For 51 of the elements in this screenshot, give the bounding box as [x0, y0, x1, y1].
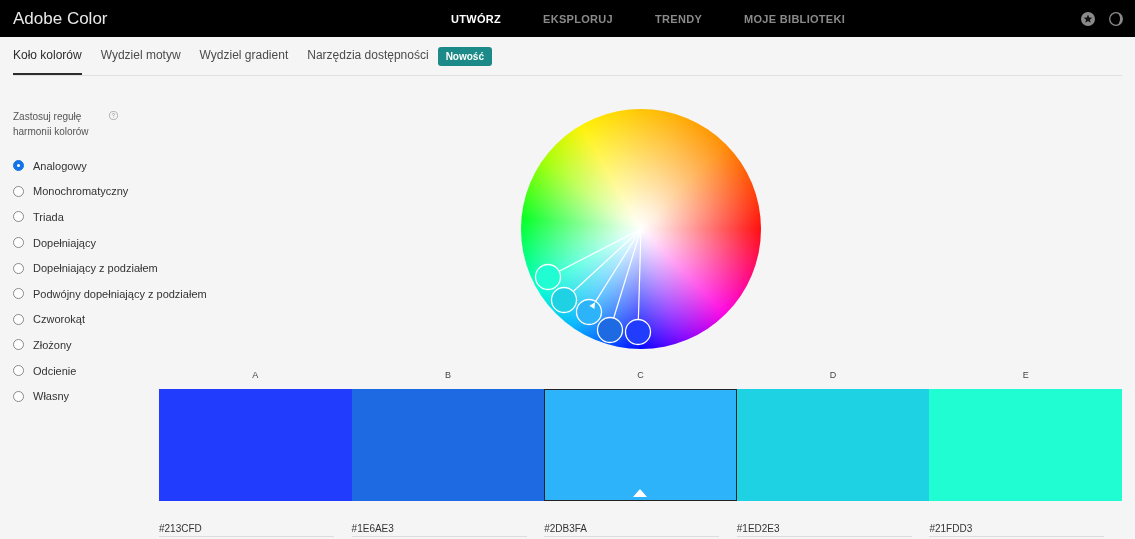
tab[interactable]: Wydziel gradient — [199, 37, 289, 75]
hex-field[interactable]: #2DB3FA — [544, 522, 720, 537]
help-icon[interactable] — [109, 111, 118, 120]
option-label[interactable]: Triada — [33, 211, 64, 223]
option-label[interactable]: Podwójny dopełniający z podziałem — [33, 287, 207, 300]
color-swatch[interactable] — [159, 389, 352, 501]
option-label[interactable]: Złożony — [33, 338, 72, 351]
radio-button[interactable] — [13, 390, 24, 402]
option-label[interactable]: Własny — [33, 390, 70, 403]
radio-button[interactable] — [13, 160, 24, 172]
option-label[interactable]: Dopełniający z podziałem — [33, 262, 158, 275]
selected-marker-icon — [633, 489, 648, 497]
nav-link[interactable]: EKSPLORUJ — [522, 12, 634, 25]
radio-button[interactable] — [13, 313, 24, 325]
app-logo[interactable]: Adobe Color — [0, 8, 430, 29]
swatch-label: A — [252, 369, 259, 381]
hex-field[interactable]: #21FDD3 — [929, 522, 1105, 537]
hex-field[interactable]: #213CFD — [159, 522, 334, 537]
tab[interactable]: Narzędzia dostępności — [307, 37, 429, 75]
radio-button[interactable] — [13, 365, 24, 377]
radio-button[interactable] — [13, 211, 24, 223]
option-label[interactable]: Odcienie — [33, 364, 77, 377]
radio-button[interactable] — [13, 237, 24, 249]
option-label[interactable]: Dopełniający — [33, 236, 96, 249]
color-swatch[interactable] — [544, 389, 737, 501]
section-label: Zastosuj regułę harmonii kolorów — [13, 110, 90, 139]
option-label[interactable]: Czworokąt — [33, 313, 85, 326]
radio-button[interactable] — [13, 262, 24, 274]
tab[interactable]: Wydziel motyw — [100, 37, 181, 75]
option-label[interactable]: Analogowy — [33, 159, 87, 172]
swatch-label: B — [444, 369, 451, 381]
swatch-label: E — [1022, 369, 1029, 381]
new-badge: Nowość — [437, 46, 492, 66]
swatch-label: C — [637, 369, 644, 381]
color-swatch[interactable] — [736, 389, 930, 501]
tab[interactable]: Koło kolorów — [13, 37, 82, 75]
color-swatch[interactable] — [351, 389, 545, 501]
option-label[interactable]: Monochromatyczny — [33, 185, 129, 198]
nav-link[interactable]: UTWÓRZ — [430, 12, 523, 25]
radio-button[interactable] — [13, 185, 24, 197]
star-icon[interactable] — [1081, 11, 1095, 26]
theme-icon[interactable] — [1109, 11, 1123, 26]
radio-button[interactable] — [13, 288, 24, 300]
nav-link[interactable]: TRENDY — [634, 12, 724, 25]
hex-field[interactable]: #1E6AE3 — [351, 522, 527, 537]
nav-link[interactable]: MOJE BIBLIOTEKI — [723, 12, 867, 25]
color-handles-drawing[interactable] — [534, 228, 651, 346]
radio-button[interactable] — [13, 339, 24, 351]
hex-field[interactable]: #1ED2E3 — [736, 522, 912, 537]
color-swatch[interactable] — [929, 389, 1122, 501]
swatch-label: D — [829, 369, 837, 381]
